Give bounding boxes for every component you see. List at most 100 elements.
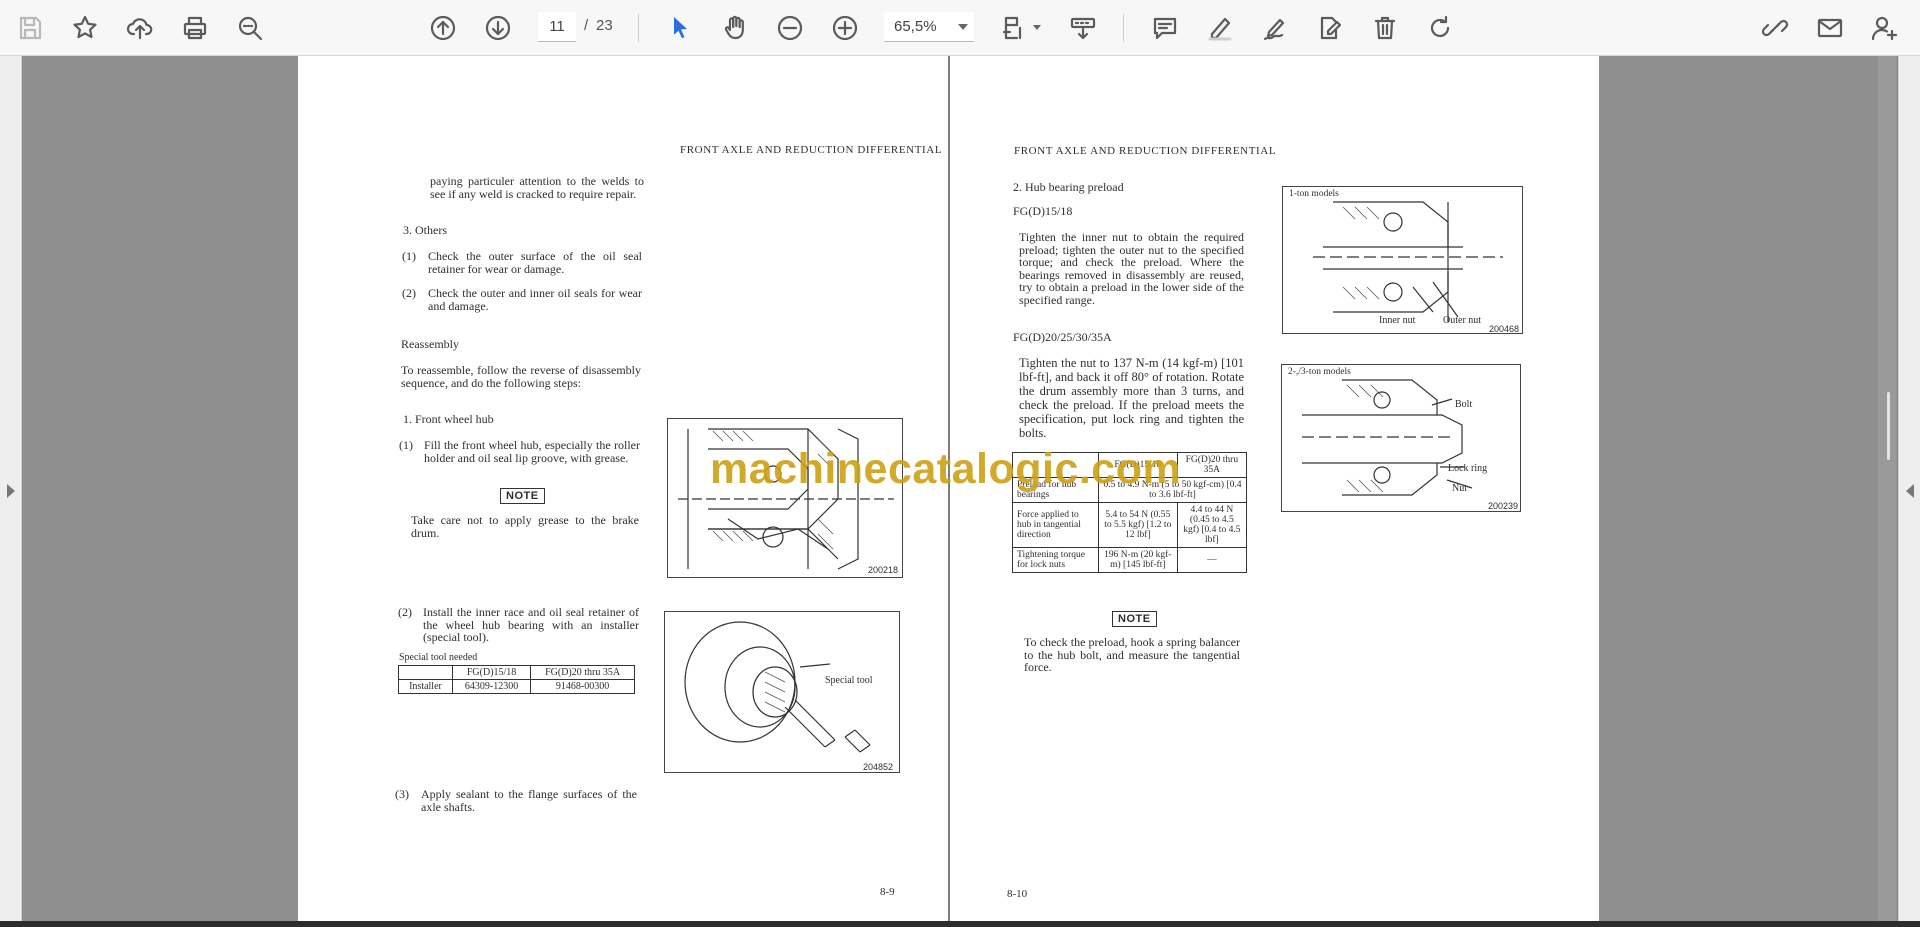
table-cell: 4.4 to 44 N (0.45 to 4.5 kgf) [0.4 to 4.…	[1176, 502, 1248, 548]
others-item-1: Check the outer surface of the oil seal …	[428, 249, 642, 276]
upload-cloud-icon[interactable]	[120, 8, 160, 48]
figure-number: 204852	[863, 762, 894, 772]
edit-document-icon[interactable]	[1310, 8, 1350, 48]
figure-label: Outer nut	[1443, 315, 1482, 326]
table-row-label: Force applied to hub in tangential direc…	[1012, 502, 1099, 548]
figure-wheel-hub: 200218	[667, 418, 903, 578]
special-tool-table: FG(D)15/18 FG(D)20 thru 35A Installer 64…	[398, 665, 635, 694]
page-number: 8-9	[880, 886, 895, 898]
note-label: NOTE	[500, 488, 545, 504]
vertical-scrollbar[interactable]	[1878, 56, 1896, 922]
page-down-icon[interactable]	[478, 8, 518, 48]
redo-icon[interactable]	[1420, 8, 1460, 48]
running-header: FRONT AXLE AND REDUCTION DIFFERENTIAL	[680, 144, 943, 156]
figure-label: Lock ring	[1448, 463, 1488, 474]
table-header-cell: FG(D)15/18	[451, 665, 532, 680]
chevron-down-icon[interactable]	[1033, 25, 1041, 30]
current-page-input[interactable]: 11	[538, 12, 576, 42]
model-heading: FG(D)15/18	[1013, 204, 1073, 218]
print-icon[interactable]	[175, 8, 215, 48]
sign-pen-icon[interactable]	[1255, 8, 1295, 48]
reassembly-paragraph: To reassemble, follow the reverse of dis…	[401, 363, 641, 390]
page-fit-icon[interactable]	[994, 8, 1034, 48]
list-number: (1)	[399, 438, 413, 452]
email-icon[interactable]	[1810, 8, 1850, 48]
section-title: 2. Hub bearing preload	[1013, 180, 1124, 194]
table-cell: —	[1176, 547, 1248, 573]
model-heading: FG(D)20/25/30/35A	[1013, 330, 1112, 344]
figure-2-3-ton-models: 2-,/3-ton models Bolt Lock ring Nut 2002…	[1281, 364, 1521, 512]
toolbar-divider	[1123, 14, 1124, 42]
note-label: NOTE	[1112, 611, 1157, 627]
toolbar-divider	[638, 14, 639, 42]
list-number: (3)	[395, 787, 409, 801]
table-cell: 5.4 to 54 N (0.55 to 5.5 kgf) [1.2 to 12…	[1098, 502, 1178, 548]
intro-paragraph: paying particuler attention to the welds…	[430, 174, 644, 201]
bottom-bar	[0, 921, 1920, 927]
table-row-label: Tightening torque for lock nuts	[1012, 547, 1099, 573]
figure-number: 200468	[1489, 324, 1520, 334]
list-number: (2)	[402, 286, 416, 300]
reassembly-title: Reassembly	[401, 337, 459, 351]
list-number: (1)	[402, 249, 416, 263]
paragraph-2-3-ton: Tighten the nut to 137 N-m (14 kgf-m) [1…	[1019, 356, 1244, 440]
figure-special-tool: Special tool 204852	[664, 611, 900, 773]
add-user-icon[interactable]	[1865, 8, 1905, 48]
figure-number: 200218	[868, 565, 899, 575]
zoom-level-value: 65,5%	[894, 18, 937, 35]
trash-icon[interactable]	[1365, 8, 1405, 48]
page-up-icon[interactable]	[423, 8, 463, 48]
chevron-left-icon[interactable]	[1906, 484, 1914, 498]
chevron-right-icon[interactable]	[7, 484, 15, 498]
highlight-pen-icon[interactable]	[1200, 8, 1240, 48]
page-number: 8-10	[1007, 888, 1028, 900]
table-cell: 64309-12300	[451, 679, 532, 694]
share-link-icon[interactable]	[1755, 8, 1795, 48]
table-cell: 91468-00300	[530, 679, 635, 694]
page-separator: /	[584, 17, 589, 34]
watermark-text: machinecatalogic.com	[710, 445, 1182, 493]
figure-label: Bolt	[1455, 399, 1473, 410]
save-icon[interactable]	[10, 8, 50, 48]
figure-label: Nut	[1452, 483, 1467, 494]
step-1-title: 1. Front wheel hub	[403, 412, 494, 426]
toolbar: 11 / 23 65,5%	[0, 0, 1920, 56]
hand-tool-icon[interactable]	[715, 8, 755, 48]
zoom-in-icon[interactable]	[825, 8, 865, 48]
running-header: FRONT AXLE AND REDUCTION DIFFERENTIAL	[1014, 145, 1277, 157]
zoom-search-icon[interactable]	[230, 8, 270, 48]
others-item-2: Check the outer and inner oil seals for …	[428, 286, 642, 313]
hub-1-ton-drawing	[1313, 201, 1503, 322]
note-text: Take care not to apply grease to the bra…	[411, 513, 639, 540]
hub-2-3-ton-drawing	[1302, 379, 1473, 496]
figure-1-ton-models: 1-ton models Inner nut Outer nut 200468	[1282, 186, 1523, 334]
chevron-down-icon	[958, 24, 968, 30]
tool-table-caption: Special tool needed	[399, 652, 478, 663]
figure-title: 1-ton models	[1289, 189, 1339, 199]
list-number: (2)	[398, 605, 412, 619]
table-header-cell	[398, 665, 453, 680]
step-1-item-3: Apply sealant to the flange surfaces of …	[421, 787, 637, 814]
figure-title: 2-,/3-ton models	[1288, 367, 1351, 377]
figure-label: Inner nut	[1379, 315, 1416, 326]
bookmark-star-icon[interactable]	[65, 8, 105, 48]
zoom-level-dropdown[interactable]: 65,5%	[884, 12, 974, 42]
total-pages: 23	[596, 17, 613, 34]
scroll-mode-icon[interactable]	[1063, 8, 1103, 48]
wheel-hub-drawing	[678, 428, 894, 570]
table-header-cell: FG(D)20 thru 35A	[1176, 452, 1248, 478]
special-tool-drawing	[684, 621, 871, 753]
section-others-title: 3. Others	[403, 223, 447, 237]
note-text: To check the preload, hook a spring bala…	[1024, 635, 1240, 674]
comment-icon[interactable]	[1145, 8, 1185, 48]
table-header-cell: FG(D)20 thru 35A	[530, 665, 635, 680]
step-1-item-1: Fill the front wheel hub, especially the…	[424, 438, 640, 465]
paragraph-1-ton: Tighten the inner nut to obtain the requ…	[1019, 230, 1244, 307]
table-cell: Installer	[398, 679, 453, 694]
step-1-item-2: Install the inner race and oil seal reta…	[423, 605, 639, 644]
figure-label: Special tool	[825, 675, 873, 686]
zoom-out-icon[interactable]	[770, 8, 810, 48]
select-cursor-icon[interactable]	[660, 8, 700, 48]
figure-number: 200239	[1488, 501, 1519, 511]
scrollbar-thumb[interactable]	[1887, 392, 1890, 460]
